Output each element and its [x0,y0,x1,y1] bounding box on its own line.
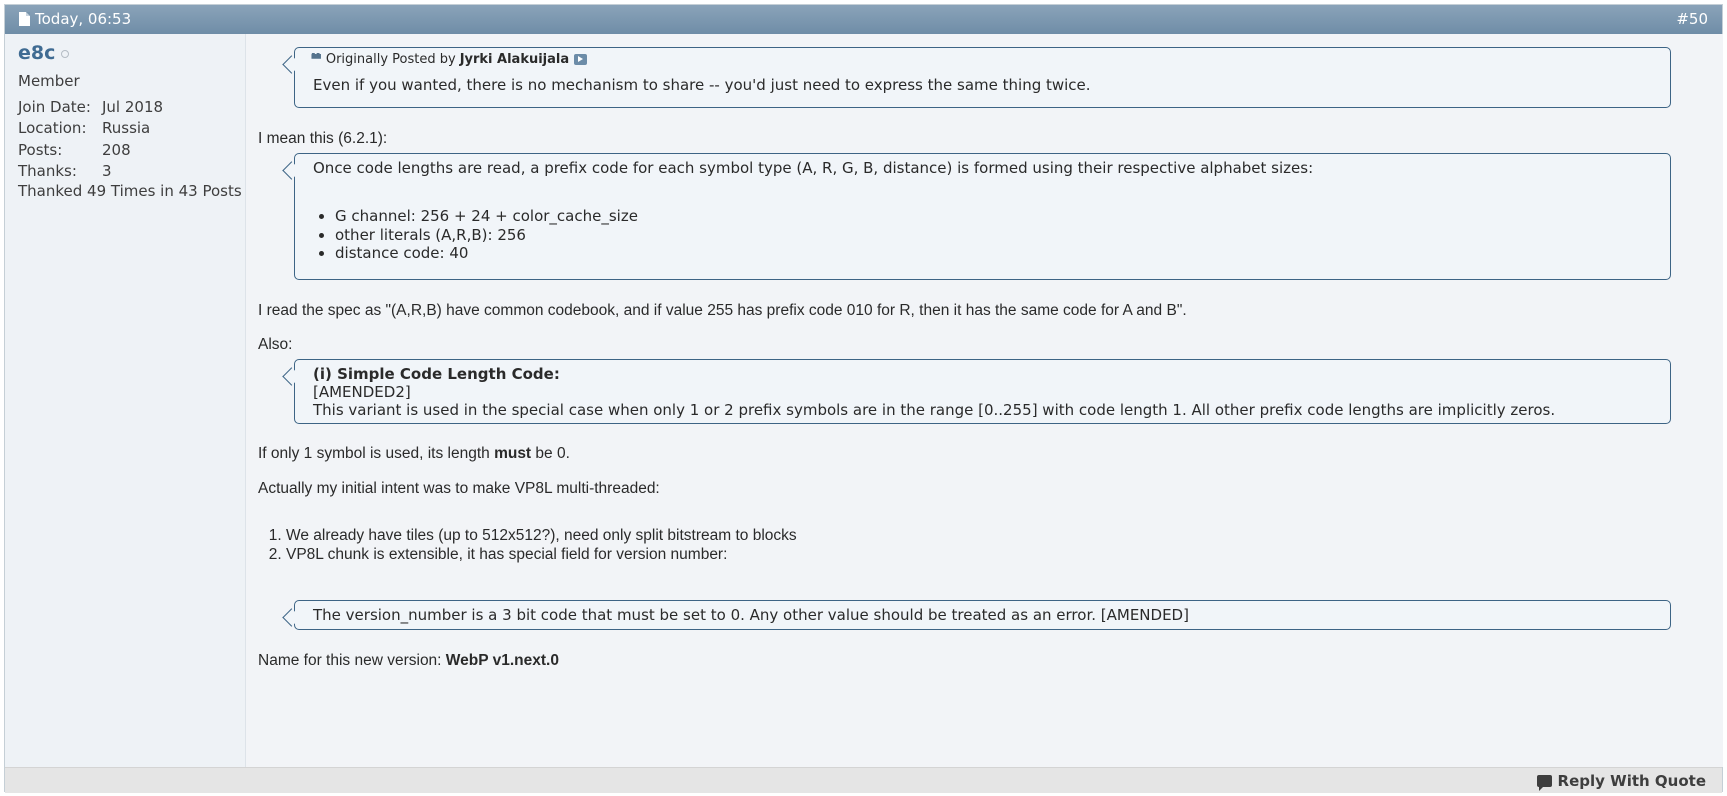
stat-value: Russia [102,119,151,138]
stat-posts: Posts: 208 [18,139,245,161]
quote-block-3: (i) Simple Code Length Code: [AMENDED2] … [294,359,1671,424]
quote-block-1: ❝ Originally Posted by Jyrki Alakuijala … [294,47,1671,108]
quote-list: G channel: 256 + 24 + color_cache_size o… [323,207,638,263]
quote-text: The version_number is a 3 bit code that … [313,606,1189,624]
paragraph-1: I mean this (6.2.1): [258,130,388,147]
stat-label: Location: [18,119,87,138]
paragraph-6: Name for this new version: WebP v1.next.… [258,652,559,670]
paragraph-3: Also: [258,336,293,353]
text-segment: be 0. [531,445,570,462]
quote-line: This variant is used in the special case… [313,401,1556,419]
bold-text: must [494,445,532,462]
list-item: G channel: 256 + 24 + color_cache_size [335,207,638,226]
quote-attribution: ❝ Originally Posted by Jyrki Alakuijala [310,52,588,67]
quote-text: Even if you wanted, there is no mechanis… [313,76,1091,94]
quote-author: Jyrki Alakuijala [459,52,570,67]
reply-label: Reply With Quote [1557,772,1706,790]
stat-label: Posts: [18,140,63,159]
quote-line: [AMENDED2] [313,383,411,401]
thanked-count: Thanked 49 Times in 43 Posts [18,182,242,200]
stat-location: Location: Russia [18,118,245,140]
post-header: Today, 06:53 #50 [5,5,1722,34]
stat-value: Jul 2018 [102,97,164,116]
quote-block-2: Once code lengths are read, a prefix cod… [294,153,1671,280]
user-info-panel: e8c Member Join Date: Jul 2018 Location:… [5,34,246,767]
offline-status-icon [61,50,70,58]
post-date: Today, 06:53 [19,10,131,28]
paragraph-4: If only 1 symbol is used, its length mus… [258,445,570,463]
username-link[interactable]: e8c [18,42,55,64]
quote-block-4: The version_number is a 3 bit code that … [294,600,1671,630]
document-icon [19,12,30,26]
bold-text: WebP v1.next.0 [445,652,559,669]
stat-label: Join Date: [18,97,91,116]
user-title: Member [18,72,80,90]
numbered-list: We already have tiles (up to 512x512?), … [274,527,797,564]
list-item: distance code: 40 [335,244,638,263]
stat-value: 208 [102,140,131,159]
forum-post: Today, 06:53 #50 e8c Member Join Date: J… [4,4,1723,793]
quote-text: Once code lengths are read, a prefix cod… [313,159,1314,177]
text-segment: If only 1 symbol is used, its length [258,445,495,462]
paragraph-2: I read the spec as "(A,R,B) have common … [258,302,1187,319]
list-item: We already have tiles (up to 512x512?), … [286,527,797,546]
stat-value: 3 [102,162,112,181]
stat-thanks: Thanks: 3 [18,161,245,183]
post-number-link[interactable]: #50 [1676,10,1708,28]
post-content: ❝ Originally Posted by Jyrki Alakuijala … [246,34,1723,767]
post-footer: Reply With Quote [5,767,1722,793]
list-item: other literals (A,R,B): 256 [335,226,638,245]
list-item: VP8L chunk is extensible, it has special… [286,546,797,565]
stat-join-date: Join Date: Jul 2018 [18,96,245,118]
quote-icon: ❝ [310,52,322,67]
quote-heading: (i) Simple Code Length Code: [313,365,560,383]
paragraph-5: Actually my initial intent was to make V… [258,480,660,497]
user-stats: Join Date: Jul 2018 Location: Russia Pos… [18,96,245,200]
speech-bubble-icon [1536,775,1552,791]
quote-prefix: Originally Posted by [325,52,456,67]
post-date-text: Today, 06:53 [35,10,132,28]
text-segment: Name for this new version: [258,652,446,669]
stat-label: Thanks: [18,162,77,181]
view-post-icon[interactable] [574,54,588,65]
reply-with-quote-button[interactable]: Reply With Quote [1536,772,1706,791]
